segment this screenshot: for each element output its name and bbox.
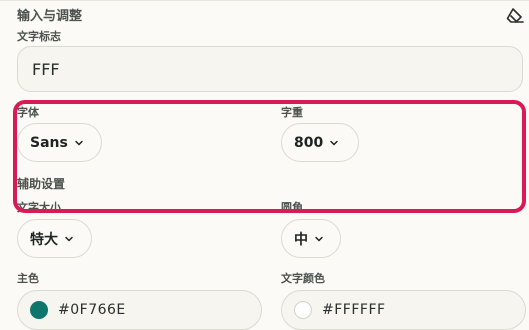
weight-select[interactable]: 800 — [281, 123, 359, 162]
font-label: 字体 — [17, 106, 39, 119]
section-title-auxiliary: 辅助设置 — [17, 177, 66, 191]
text-color-value: #FFFFFF — [322, 302, 386, 318]
corner-select-value: 中 — [294, 231, 308, 248]
text-logo-input[interactable] — [17, 46, 523, 92]
text-size-select-value: 特大 — [30, 231, 58, 248]
clear-button[interactable] — [505, 5, 525, 25]
primary-color-field[interactable]: #0F766E — [17, 290, 262, 330]
font-select-value: Sans — [30, 134, 68, 151]
primary-color-value: #0F766E — [58, 302, 126, 318]
section-title-input-adjust: 输入与调整 — [17, 9, 83, 24]
weight-select-value: 800 — [294, 134, 324, 151]
chevron-down-icon — [314, 234, 324, 244]
text-size-select[interactable]: 特大 — [17, 219, 92, 258]
corner-select[interactable]: 中 — [281, 219, 341, 258]
text-color-label: 文字颜色 — [281, 272, 325, 285]
chevron-down-icon — [74, 138, 84, 148]
weight-label: 字重 — [281, 106, 303, 119]
eraser-icon — [506, 8, 524, 23]
chevron-down-icon — [64, 234, 74, 244]
primary-color-swatch — [30, 301, 48, 319]
top-divider — [0, 0, 529, 1]
text-logo-label: 文字标志 — [17, 30, 61, 43]
primary-color-label: 主色 — [17, 272, 39, 285]
font-select[interactable]: Sans — [17, 123, 102, 162]
chevron-down-icon — [329, 138, 339, 148]
text-size-label: 文字大小 — [17, 201, 61, 214]
text-color-swatch — [294, 301, 312, 319]
corner-label: 圆角 — [281, 201, 303, 214]
text-color-field[interactable]: #FFFFFF — [281, 290, 526, 330]
